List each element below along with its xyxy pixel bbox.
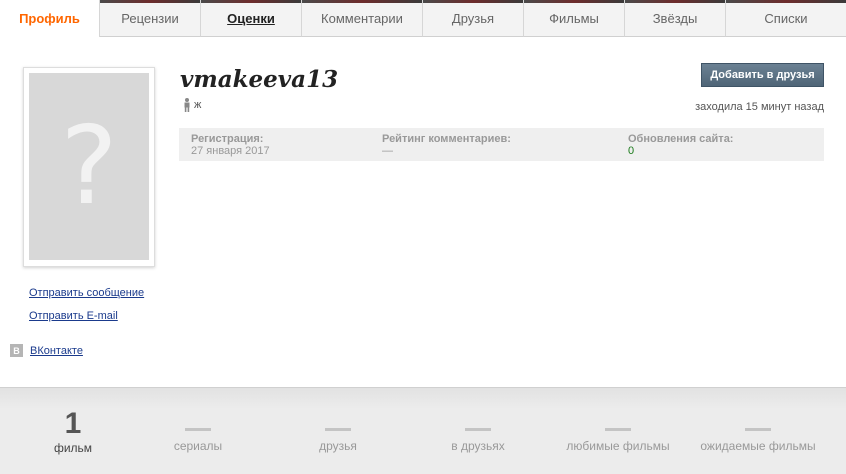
vk-link[interactable]: ВКонтакте <box>30 345 83 357</box>
gender-info: ж <box>183 98 201 112</box>
username: vmakeeva13 <box>180 66 339 93</box>
tab-lists[interactable]: Списки <box>726 0 846 37</box>
tab-reviews[interactable]: Рецензии <box>100 0 201 37</box>
gender-label: ж <box>194 99 202 111</box>
tab-friends-label: Друзья <box>451 10 495 26</box>
tab-profile-label: Профиль <box>19 11 80 26</box>
avatar: ? <box>23 67 155 267</box>
profile-tabs: Профиль Рецензии Оценки Комментарии Друз… <box>0 0 846 37</box>
stat-favorite-films-value <box>605 428 631 431</box>
stat-in-friends: в друзьях <box>408 388 548 453</box>
stat-friends-value <box>325 428 351 431</box>
site-updates-value: 0 <box>628 145 635 157</box>
tab-friends[interactable]: Друзья <box>423 0 524 37</box>
stat-films[interactable]: 1 фильм <box>3 388 143 456</box>
footer-stats: 1 фильм сериалы друзья в друзьях любимые… <box>0 387 846 474</box>
tab-films[interactable]: Фильмы <box>524 0 625 37</box>
stat-series: сериалы <box>128 388 268 453</box>
send-message-link[interactable]: Отправить сообщение <box>29 287 144 299</box>
tab-profile[interactable]: Профиль <box>0 0 100 37</box>
stat-friends: друзья <box>268 388 408 453</box>
comment-rating-stat: Рейтинг комментариев: — <box>382 133 511 157</box>
female-icon <box>184 98 190 112</box>
tab-lists-label: Списки <box>764 10 808 26</box>
tab-comments-label: Комментарии <box>321 10 403 26</box>
tab-stars[interactable]: Звёзды <box>625 0 726 37</box>
comment-rating-value: — <box>382 145 393 157</box>
stat-in-friends-value <box>465 428 491 431</box>
last-seen: заходила 15 минут назад <box>695 101 824 113</box>
tab-ratings[interactable]: Оценки <box>201 0 302 37</box>
registration-stat: Регистрация: 27 января 2017 <box>191 133 270 157</box>
stat-awaited-films-label: ожидаемые фильмы <box>700 439 816 453</box>
site-updates-label: Обновления сайта: <box>628 133 734 145</box>
vk-link-row: В ВКонтакте <box>10 344 83 357</box>
stat-series-value <box>185 428 211 431</box>
question-mark-icon: ? <box>60 103 118 229</box>
tab-comments[interactable]: Комментарии <box>302 0 423 37</box>
comment-rating-label: Рейтинг комментариев: <box>382 133 511 145</box>
tab-ratings-label: Оценки <box>227 10 275 26</box>
stat-films-label: фильм <box>53 441 93 455</box>
stat-awaited-films-value <box>745 428 771 431</box>
registration-value: 27 января 2017 <box>191 145 270 157</box>
stat-favorite-films: любимые фильмы <box>548 388 688 453</box>
vk-icon: В <box>10 344 23 357</box>
site-updates-stat: Обновления сайта: 0 <box>628 133 733 157</box>
profile-stats: Регистрация: 27 января 2017 Рейтинг комм… <box>179 128 824 161</box>
stat-friends-label: друзья <box>319 439 357 453</box>
send-email-link[interactable]: Отправить E-mail <box>29 310 118 322</box>
stat-series-label: сериалы <box>173 439 223 453</box>
stat-awaited-films: ожидаемые фильмы <box>688 388 828 453</box>
tab-films-label: Фильмы <box>549 10 599 26</box>
tab-reviews-label: Рецензии <box>121 10 179 26</box>
avatar-placeholder: ? <box>29 73 149 260</box>
stat-favorite-films-label: любимые фильмы <box>566 439 670 453</box>
add-friend-button[interactable]: Добавить в друзья <box>701 63 824 87</box>
stat-films-value: 1 <box>64 407 82 440</box>
stat-in-friends-label: в друзьях <box>451 439 505 453</box>
registration-label: Регистрация: <box>191 133 264 145</box>
tab-stars-label: Звёзды <box>652 10 698 26</box>
